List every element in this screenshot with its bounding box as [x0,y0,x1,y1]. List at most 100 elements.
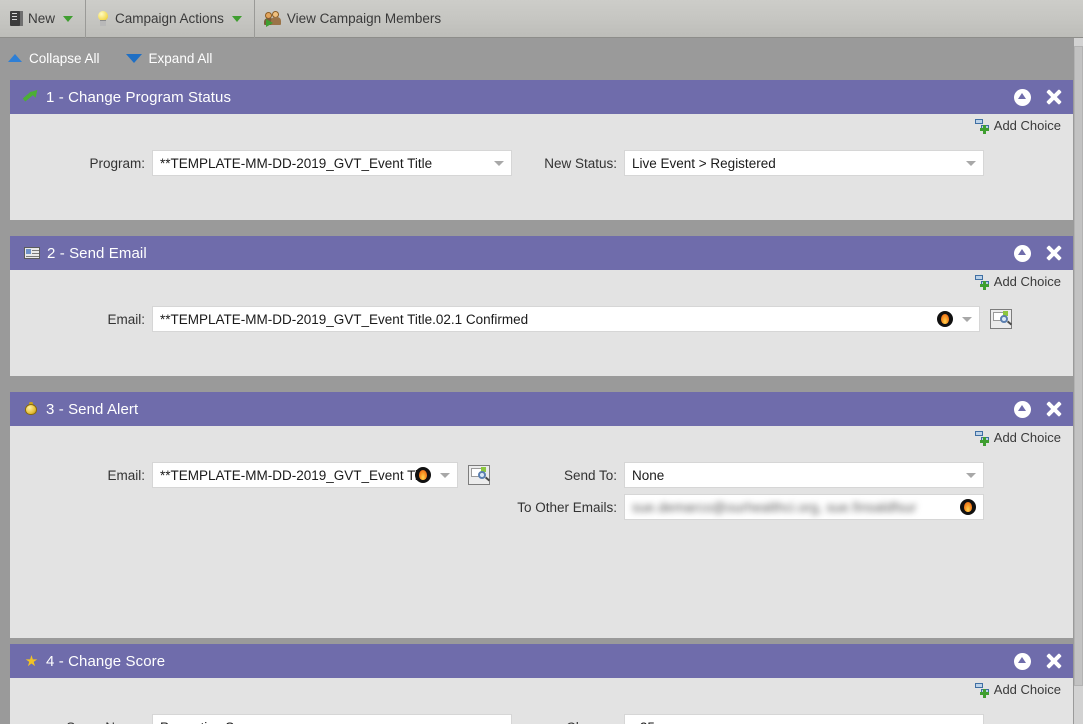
fire-token-icon [960,499,976,515]
email-label: Email: [10,312,152,327]
change-field: Change: +25 [512,714,984,724]
collapse-all-label: Collapse All [29,51,100,66]
panel-title-text: 3 - Send Alert [46,401,138,418]
new-button[interactable]: New [0,0,85,38]
flow-step-panel: 2 - Send Email Add Choice Email: **TEMPL… [10,236,1073,376]
program-field: Program: **TEMPLATE-MM-DD-2019_GVT_Event… [10,150,512,176]
panel-title: 1 - Change Program Status [24,89,231,106]
preview-icon[interactable] [990,309,1012,329]
alert-email-value: **TEMPLATE-MM-DD-2019_GVT_Event Tit [160,468,433,483]
to-other-emails-value: sue.demarco@ourhealthci.org, sue.finsald… [632,500,960,515]
close-icon[interactable] [1045,652,1063,670]
email-field: Email: **TEMPLATE-MM-DD-2019_GVT_Event T… [10,306,1012,332]
move-up-icon[interactable] [1014,401,1031,418]
panel-actions [1014,88,1063,106]
new-button-label: New [28,11,55,26]
field-row: Email: **TEMPLATE-MM-DD-2019_GVT_Event T… [10,426,1073,520]
new-document-icon [10,11,23,26]
field-row: Program: **TEMPLATE-MM-DD-2019_GVT_Event… [10,114,1073,176]
flow-steps-canvas: 1 - Change Program Status Add Choice Pro… [0,78,1083,724]
field-column-right: New Status: Live Event > Registered [512,150,984,176]
field-column-left: Email: **TEMPLATE-MM-DD-2019_GVT_Event T… [10,462,512,488]
email-icon [24,247,40,259]
chevron-down-icon [494,161,504,166]
add-choice-button[interactable]: Add Choice [975,430,1061,445]
campaign-actions-button[interactable]: Campaign Actions [86,0,254,38]
panel-header: ★ 4 - Change Score [10,644,1073,678]
send-to-select[interactable]: None [624,462,984,488]
add-choice-button[interactable]: Add Choice [975,274,1061,289]
triangle-up-icon [8,54,22,62]
vertical-scrollbar-thumb[interactable] [1074,46,1083,686]
close-icon[interactable] [1045,88,1063,106]
add-choice-label: Add Choice [994,274,1061,289]
score-name-value: Properties Score [160,720,261,724]
new-status-label: New Status: [512,156,624,171]
chevron-down-icon [440,473,450,478]
fire-token-icon [415,467,431,483]
program-select[interactable]: **TEMPLATE-MM-DD-2019_GVT_Event Title [152,150,512,176]
alert-email-label: Email: [10,468,152,483]
to-other-emails-label: To Other Emails: [512,500,624,515]
email-value: **TEMPLATE-MM-DD-2019_GVT_Event Title.02… [160,312,937,327]
move-up-icon[interactable] [1014,89,1031,106]
lightbulb-icon [96,11,110,27]
field-column-left: Score Name: Properties Score [10,714,512,724]
to-other-emails-input[interactable]: sue.demarco@ourhealthci.org, sue.finsald… [624,494,984,520]
field-row: Email: **TEMPLATE-MM-DD-2019_GVT_Event T… [10,270,1073,332]
field-column-right: Change: +25 [512,714,984,724]
triangle-down-icon [126,54,142,63]
fire-token-icon [937,311,953,327]
email-select[interactable]: **TEMPLATE-MM-DD-2019_GVT_Event Title.02… [152,306,980,332]
new-status-value: Live Event > Registered [632,156,776,171]
close-icon[interactable] [1045,244,1063,262]
flow-step-panel: 1 - Change Program Status Add Choice Pro… [10,80,1073,220]
star-icon: ★ [24,654,39,669]
new-status-field: New Status: Live Event > Registered [512,150,984,176]
flow-step-panel: 3 - Send Alert Add Choice Email: **TEMPL… [10,392,1073,638]
new-status-select[interactable]: Live Event > Registered [624,150,984,176]
move-up-icon[interactable] [1014,653,1031,670]
panel-header: 2 - Send Email [10,236,1073,270]
add-choice-button[interactable]: Add Choice [975,682,1061,697]
change-label: Change: [512,720,624,724]
close-icon[interactable] [1045,400,1063,418]
score-name-field: Score Name: Properties Score [10,714,512,724]
view-campaign-members-button[interactable]: View Campaign Members [255,0,453,38]
panel-actions [1014,400,1063,418]
move-up-icon[interactable] [1014,245,1031,262]
panel-body: Add Choice Email: **TEMPLATE-MM-DD-2019_… [10,426,1073,534]
panel-title-text: 4 - Change Score [46,653,165,670]
chevron-down-icon [962,317,972,322]
send-to-value: None [632,468,664,483]
add-choice-icon [975,683,991,697]
add-choice-icon [975,431,991,445]
chevron-down-icon [232,16,242,22]
green-arrow-icon [24,90,39,104]
tree-controls-bar: Collapse All Expand All [0,38,1083,78]
collapse-all-button[interactable]: Collapse All [8,51,100,66]
expand-all-button[interactable]: Expand All [126,51,213,66]
field-column-left: Email: **TEMPLATE-MM-DD-2019_GVT_Event T… [10,306,1012,332]
program-label: Program: [10,156,152,171]
panel-title-text: 2 - Send Email [47,245,147,262]
add-choice-button[interactable]: Add Choice [975,118,1061,133]
field-row: Score Name: Properties Score Change: +25 [10,678,1073,724]
preview-icon[interactable] [468,465,490,485]
panel-header: 1 - Change Program Status [10,80,1073,114]
panel-title: 3 - Send Alert [24,401,138,418]
chevron-down-icon [966,473,976,478]
send-to-label: Send To: [512,468,624,483]
users-arrow-icon [265,11,282,27]
view-campaign-members-label: View Campaign Members [287,11,441,26]
panel-actions [1014,652,1063,670]
add-choice-label: Add Choice [994,118,1061,133]
panel-title: 2 - Send Email [24,245,147,262]
chevron-down-icon [63,16,73,22]
change-select[interactable]: +25 [624,714,984,724]
alert-email-select[interactable]: **TEMPLATE-MM-DD-2019_GVT_Event Tit [152,462,458,488]
add-choice-label: Add Choice [994,430,1061,445]
score-name-select[interactable]: Properties Score [152,714,512,724]
flow-step-panel: ★ 4 - Change Score Add Choice Score Name… [10,644,1073,724]
chevron-down-icon [966,161,976,166]
